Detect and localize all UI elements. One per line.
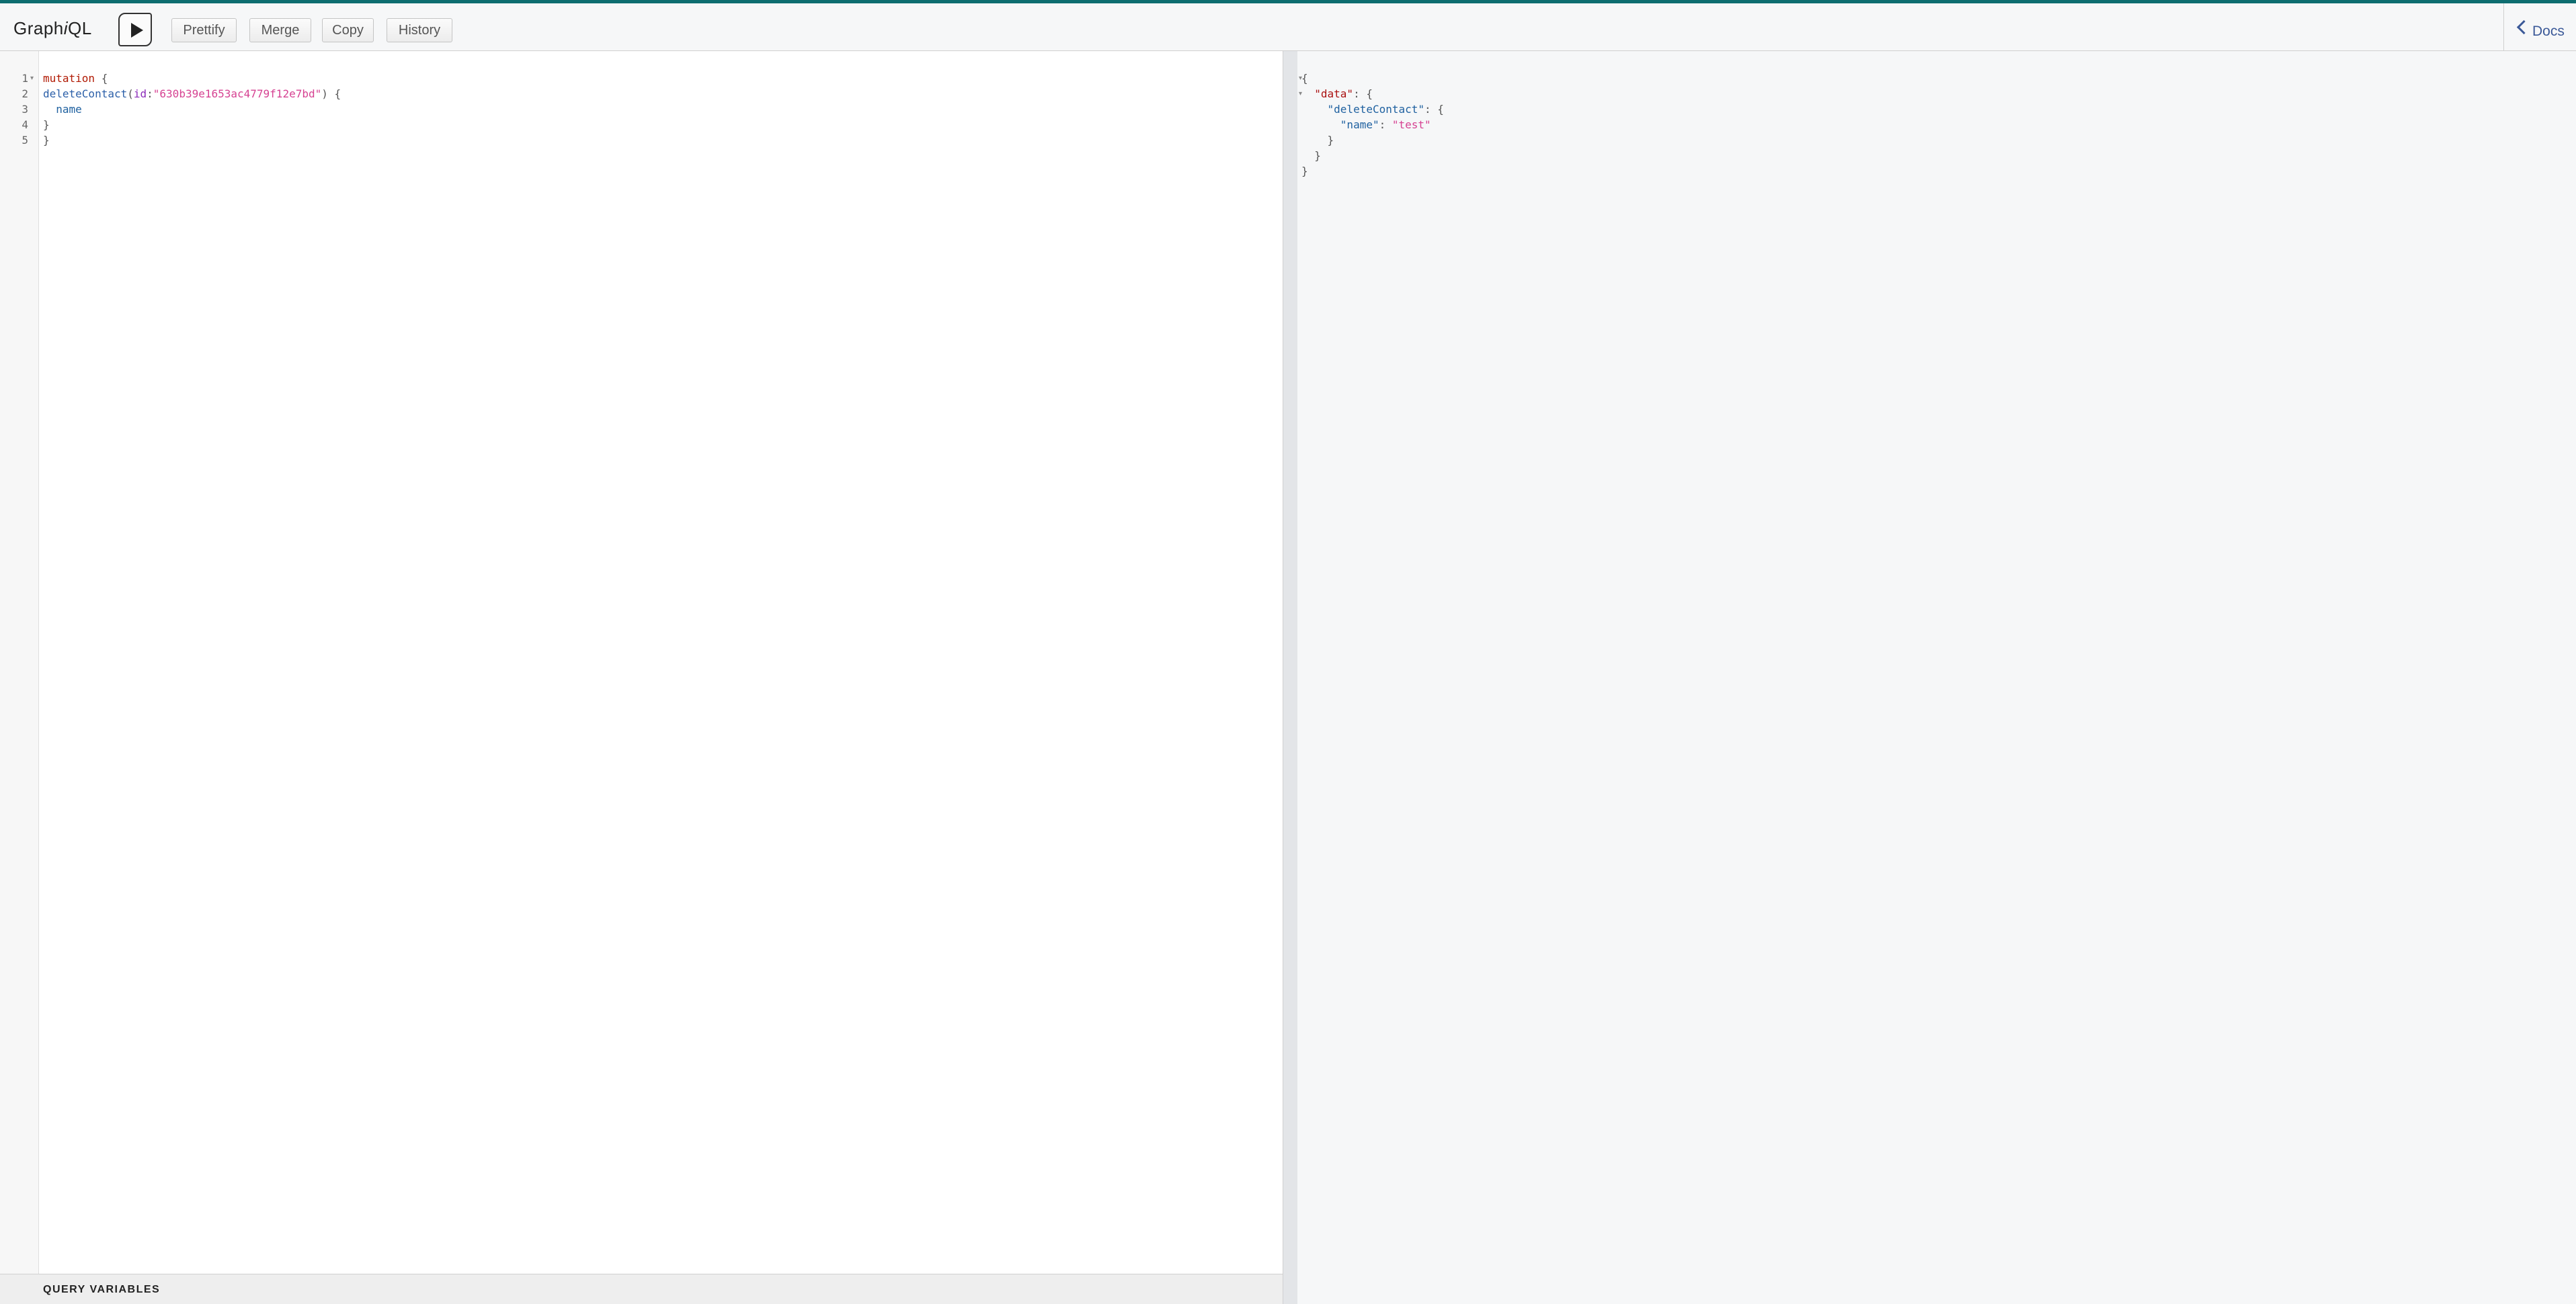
code-line: mutation { (43, 72, 108, 85)
result-line: } (1301, 165, 1308, 177)
line-number: 2 (22, 87, 28, 100)
line-number: 1 (22, 72, 28, 85)
code-punct: ) { (321, 87, 341, 100)
code-string: "630b39e1653ac4779f12e7bd" (153, 87, 322, 100)
json-string: "test" (1392, 118, 1431, 131)
result-viewer: ▾ ▾ { "data": { "deleteContact": { "name… (1297, 51, 2576, 1304)
title-part: Graph (13, 18, 64, 38)
history-button[interactable]: History (387, 18, 452, 42)
line-number: 4 (22, 118, 28, 131)
app-title: GraphiQL (13, 18, 92, 39)
code-field: name (56, 103, 82, 116)
line-number: 5 (22, 134, 28, 147)
json-key: "deleteContact" (1327, 103, 1425, 116)
copy-button[interactable]: Copy (322, 18, 374, 42)
result-line: "deleteContact": { (1301, 103, 1444, 116)
result-line: } (1301, 149, 1321, 162)
result-line: { (1301, 72, 1308, 85)
code-line: } (43, 134, 50, 147)
code-argument: id (133, 87, 147, 100)
code-punct: : (1379, 118, 1392, 131)
query-variables-label: QUERY VARIABLES (43, 1284, 161, 1295)
graphiql-app: GraphiQL Prettify Merge Copy History Doc… (0, 0, 2576, 1304)
code-line: deleteContact(id:"630b39e1653ac4779f12e7… (43, 87, 341, 100)
line-number: 3 (22, 103, 28, 116)
json-key: "name" (1340, 118, 1379, 131)
result-line: } (1301, 134, 1334, 147)
code-field: deleteContact (43, 87, 128, 100)
prettify-button[interactable]: Prettify (171, 18, 237, 42)
code-line: } (43, 118, 50, 131)
code-punct: ( (127, 87, 134, 100)
query-editor[interactable]: 1 ▾ 2 3 4 5 mutation { deleteContact(id:… (0, 51, 1283, 1274)
docs-button[interactable]: Docs (2503, 3, 2576, 54)
query-variables-bar[interactable]: QUERY VARIABLES (0, 1274, 1283, 1304)
code-punct: { (95, 72, 108, 85)
chevron-left-icon (2516, 19, 2532, 35)
code-punct: : { (1424, 103, 1444, 116)
top-bar: GraphiQL Prettify Merge Copy History Doc… (0, 0, 2576, 54)
code-keyword: mutation (43, 72, 95, 85)
code-punct: } (1314, 149, 1321, 162)
execute-query-button[interactable] (118, 13, 152, 46)
result-line: "data": { (1301, 87, 1373, 100)
docs-label: Docs (2532, 24, 2565, 39)
line-number-gutter: 1 ▾ 2 3 4 5 (0, 51, 39, 1274)
code-line: name (43, 103, 82, 116)
code-punct: : (147, 87, 153, 100)
play-icon (131, 23, 143, 38)
result-line: "name": "test" (1301, 118, 1431, 131)
title-part: QL (68, 18, 92, 38)
json-key: "data" (1314, 87, 1354, 100)
code-punct: } (1327, 134, 1334, 147)
pane-divider[interactable] (1283, 51, 1297, 1304)
fold-arrow-icon[interactable]: ▾ (30, 75, 34, 82)
code-punct: : { (1353, 87, 1373, 100)
merge-button[interactable]: Merge (249, 18, 311, 42)
